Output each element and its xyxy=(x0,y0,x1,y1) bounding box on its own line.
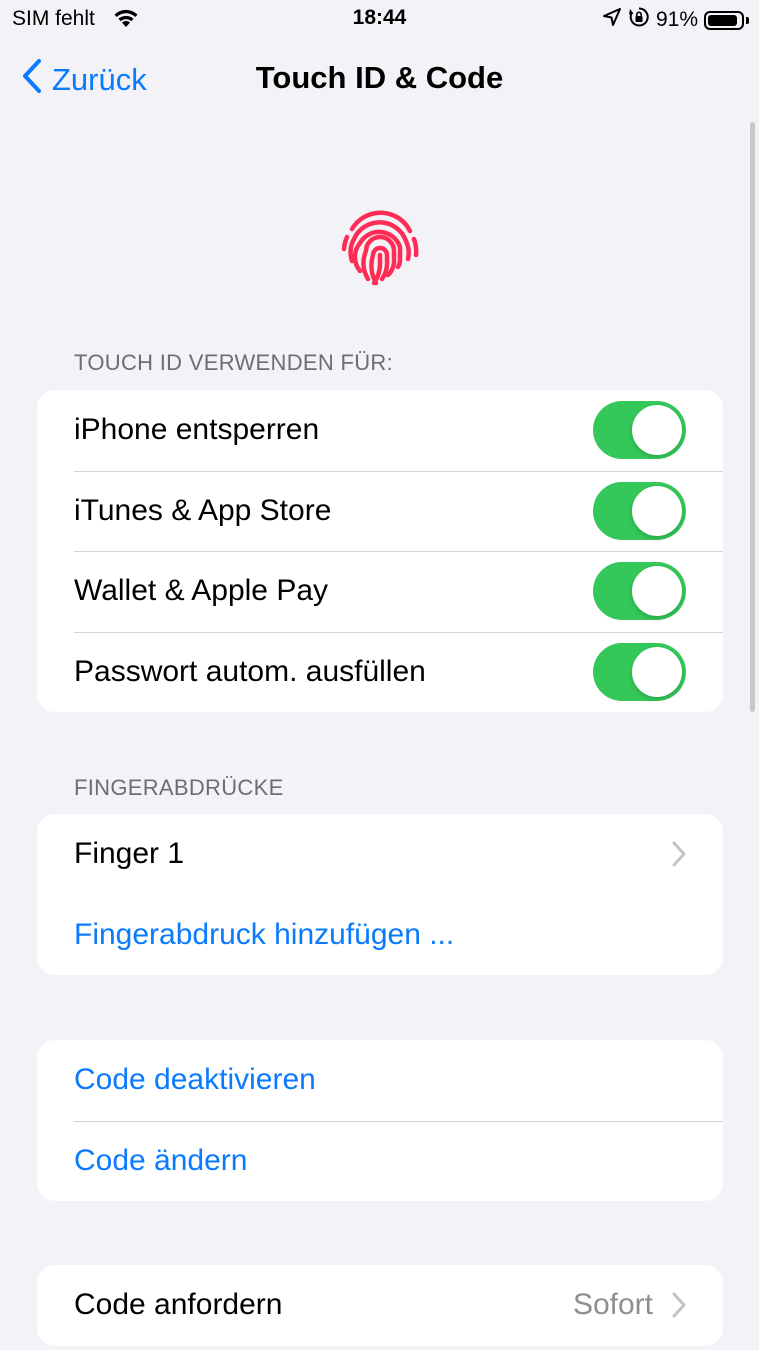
row-finger-1[interactable]: Finger 1 xyxy=(37,814,723,895)
location-arrow-icon xyxy=(602,7,622,33)
navigation-bar: Zurück Touch ID & Code xyxy=(0,50,759,106)
row-label: iPhone entsperren xyxy=(74,413,320,447)
row-label: Code ändern xyxy=(74,1143,248,1177)
row-label: iTunes & App Store xyxy=(74,493,332,527)
toggle-password-autofill[interactable] xyxy=(593,642,686,701)
row-itunes-app-store: iTunes & App Store xyxy=(37,470,723,552)
row-label: Fingerabdruck hinzufügen ... xyxy=(74,917,455,951)
row-label: Passwort autom. ausfüllen xyxy=(74,654,426,688)
code-group: Code deaktivieren Code ändern xyxy=(37,1040,723,1201)
chevron-right-icon xyxy=(672,1292,686,1326)
fingerprints-group: Finger 1 Fingerabdruck hinzufügen ... xyxy=(37,814,723,975)
orientation-lock-icon xyxy=(628,6,650,34)
battery-percent: 91% xyxy=(655,8,698,31)
deactivate-code-button[interactable]: Code deaktivieren xyxy=(37,1040,723,1121)
touch-id-group: iPhone entsperren iTunes & App Store Wal… xyxy=(37,390,723,712)
section-header-fingerprints: FINGERABDRÜCKE xyxy=(74,775,284,800)
page-title: Touch ID & Code xyxy=(255,60,504,95)
toggle-iphone-unlock[interactable] xyxy=(593,401,686,460)
require-code-group: Code anfordern Sofort xyxy=(37,1265,723,1346)
row-label: Finger 1 xyxy=(74,837,185,871)
row-require-code[interactable]: Code anfordern Sofort xyxy=(37,1265,723,1346)
battery-icon xyxy=(704,10,744,30)
battery-tip xyxy=(746,16,749,24)
row-wallet-apple-pay: Wallet & Apple Pay xyxy=(37,551,723,632)
status-bar: SIM fehlt 18:44 91% xyxy=(0,0,759,40)
row-label: Code anfordern xyxy=(74,1288,283,1322)
add-fingerprint-button[interactable]: Fingerabdruck hinzufügen ... xyxy=(37,895,723,976)
section-header-touch-id: TOUCH ID VERWENDEN FÜR: xyxy=(74,350,393,375)
row-password-autofill: Passwort autom. ausfüllen xyxy=(37,631,723,713)
row-label: Code deaktivieren xyxy=(74,1063,316,1097)
toggle-knob xyxy=(632,405,682,456)
fingerprint-icon xyxy=(338,203,422,292)
require-code-value: Sofort xyxy=(572,1288,653,1322)
toggle-knob xyxy=(632,646,682,697)
toggle-itunes-app-store[interactable] xyxy=(593,481,686,540)
row-iphone-unlock: iPhone entsperren xyxy=(37,390,723,471)
toggle-knob xyxy=(632,485,682,536)
change-code-button[interactable]: Code ändern xyxy=(37,1120,723,1202)
toggle-wallet-apple-pay[interactable] xyxy=(593,562,686,621)
chevron-right-icon xyxy=(672,841,686,875)
scrollbar[interactable] xyxy=(750,122,755,712)
battery-fill xyxy=(708,14,738,26)
row-label: Wallet & Apple Pay xyxy=(74,574,329,608)
toggle-knob xyxy=(632,566,682,617)
